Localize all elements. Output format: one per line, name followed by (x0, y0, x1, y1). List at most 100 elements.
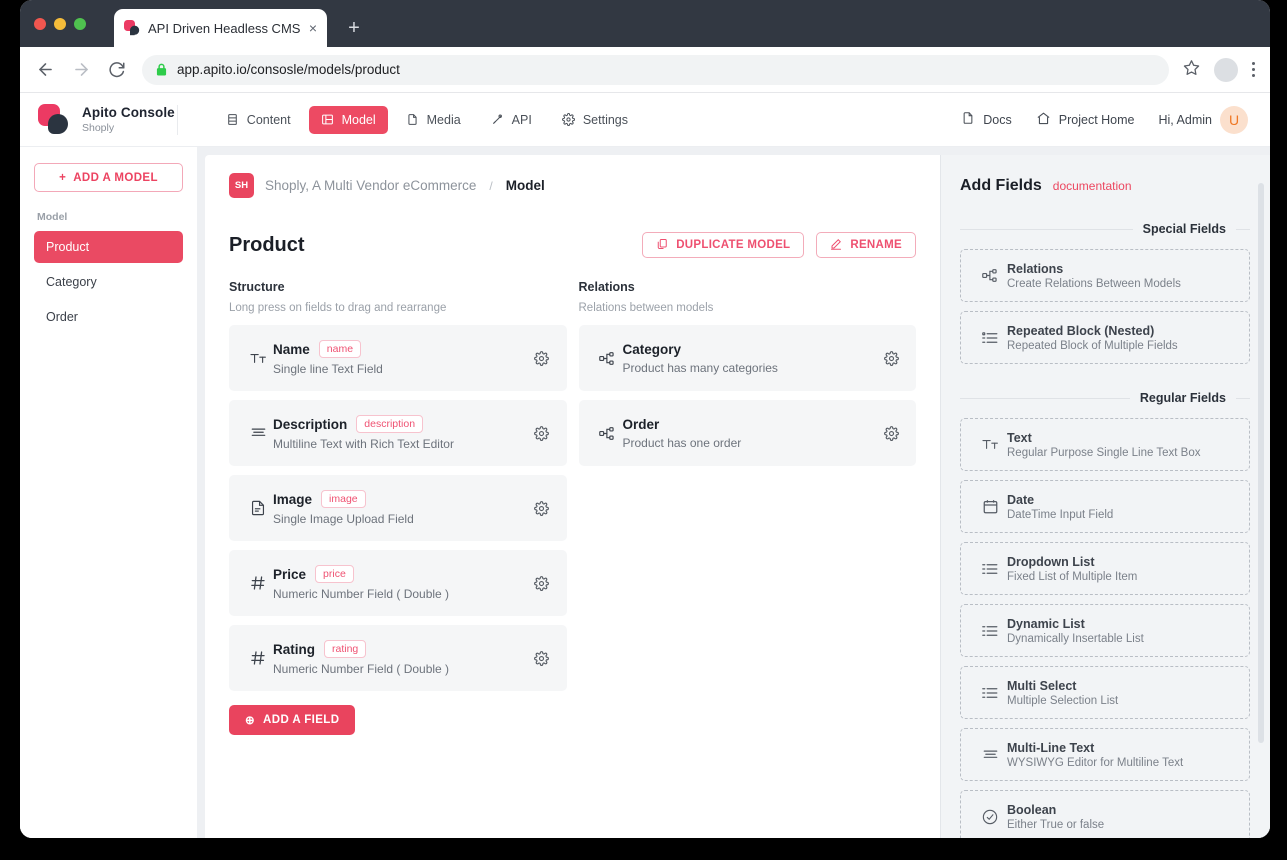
field-option-multi-select[interactable]: Multi Select Multiple Selection List (960, 666, 1250, 719)
maximize-window-button[interactable] (74, 18, 86, 30)
add-a-field-button[interactable]: ⊕ ADD A FIELD (229, 705, 355, 735)
option-title: Multi-Line Text (1007, 741, 1183, 755)
minimize-window-button[interactable] (54, 18, 66, 30)
breadcrumb-project[interactable]: Shoply, A Multi Vendor eCommerce (265, 178, 476, 193)
address-bar[interactable]: app.apito.io/consosle/models/product (142, 55, 1169, 85)
field-settings-gear-icon[interactable] (533, 576, 551, 591)
field-option-repeated-block[interactable]: Repeated Block (Nested) Repeated Block o… (960, 311, 1250, 364)
new-tab-button[interactable]: + (343, 18, 365, 38)
option-title: Multi Select (1007, 679, 1118, 693)
field-body: Name name Single line Text Field (273, 340, 533, 376)
field-key-chip: image (321, 490, 366, 508)
option-body: Date DateTime Input Field (1007, 493, 1113, 521)
divider-line (960, 398, 1130, 399)
duplicate-model-button[interactable]: DUPLICATE MODEL (642, 232, 804, 258)
add-fields-header: Add Fields documentation (960, 177, 1250, 195)
option-description: Dynamically Insertable List (1007, 633, 1144, 645)
browser-profile-avatar[interactable] (1214, 58, 1238, 82)
field-settings-gear-icon[interactable] (533, 426, 551, 441)
relations-subtext: Relations between models (579, 302, 917, 314)
sidebar-item-product[interactable]: Product (34, 231, 183, 263)
regular-fields-divider: Regular Fields (960, 391, 1250, 405)
breadcrumb-current: Model (506, 178, 545, 193)
field-option-relations[interactable]: Relations Create Relations Between Model… (960, 249, 1250, 302)
nav-item-api[interactable]: API (479, 106, 544, 134)
option-title: Dropdown List (1007, 555, 1137, 569)
add-fields-panel: Add Fields documentation Special Fields (940, 155, 1270, 838)
field-row-image[interactable]: Image image Single Image Upload Field (229, 475, 567, 541)
documentation-link[interactable]: documentation (1053, 179, 1132, 193)
nav-item-media[interactable]: Media (394, 106, 473, 134)
relation-row-order[interactable]: Order Product has one order (579, 400, 917, 466)
forward-button[interactable] (70, 59, 92, 81)
relation-row-category[interactable]: Category Product has many categories (579, 325, 917, 391)
panel-scrollbar[interactable] (1258, 183, 1264, 743)
field-title-row: Order (623, 417, 883, 432)
regular-fields-label: Regular Fields (1140, 391, 1226, 405)
field-row-rating[interactable]: Rating rating Numeric Number Field ( Dou… (229, 625, 567, 691)
field-title-row: Price price (273, 565, 533, 583)
nav-item-content[interactable]: Content (214, 106, 303, 134)
relation-name-label: Category (623, 342, 682, 357)
list-icon (973, 331, 1007, 345)
nav-label-content: Content (247, 113, 291, 127)
list-icon (973, 562, 1007, 576)
field-description: Single line Text Field (273, 362, 533, 376)
text-icon (973, 437, 1007, 452)
nav-item-settings[interactable]: Settings (550, 106, 640, 134)
browser-tabstrip: API Driven Headless CMS × + (20, 0, 1270, 47)
app-header: Apito Console Shoply Content Model (20, 93, 1270, 147)
lock-icon (156, 63, 167, 76)
option-description: Regular Purpose Single Line Text Box (1007, 447, 1201, 459)
field-option-boolean[interactable]: Boolean Either True or false (960, 790, 1250, 838)
field-settings-gear-icon[interactable] (533, 351, 551, 366)
field-option-multi-line-text[interactable]: Multi-Line Text WYSIWYG Editor for Multi… (960, 728, 1250, 781)
field-option-date[interactable]: Date DateTime Input Field (960, 480, 1250, 533)
project-home-link[interactable]: Project Home (1036, 111, 1135, 129)
avatar[interactable]: U (1220, 106, 1248, 134)
add-a-model-button[interactable]: + ADD A MODEL (34, 163, 183, 192)
relation-settings-gear-icon[interactable] (882, 426, 900, 441)
field-row-price[interactable]: Price price Numeric Number Field ( Doubl… (229, 550, 567, 616)
browser-window: API Driven Headless CMS × + app.apito.io… (20, 0, 1270, 838)
field-option-text[interactable]: Text Regular Purpose Single Line Text Bo… (960, 418, 1250, 471)
apito-logo-icon (38, 104, 69, 135)
field-description: Multiline Text with Rich Text Editor (273, 437, 533, 451)
field-settings-gear-icon[interactable] (533, 651, 551, 666)
field-option-dynamic-list[interactable]: Dynamic List Dynamically Insertable List (960, 604, 1250, 657)
reload-button[interactable] (106, 59, 128, 81)
field-settings-gear-icon[interactable] (533, 501, 551, 516)
sidebar-item-order[interactable]: Order (34, 301, 183, 333)
rename-button[interactable]: RENAME (816, 232, 916, 258)
field-row-description[interactable]: Description description Multiline Text w… (229, 400, 567, 466)
field-title-row: Description description (273, 415, 533, 433)
nav-item-model[interactable]: Model (309, 106, 388, 134)
field-body: Order Product has one order (623, 417, 883, 450)
close-window-button[interactable] (34, 18, 46, 30)
field-name-label: Image (273, 492, 312, 507)
sidebar-item-category[interactable]: Category (34, 266, 183, 298)
structure-subtext: Long press on fields to drag and rearran… (229, 302, 567, 314)
relation-description: Product has many categories (623, 361, 883, 375)
option-title: Dynamic List (1007, 617, 1144, 631)
field-option-dropdown-list[interactable]: Dropdown List Fixed List of Multiple Ite… (960, 542, 1250, 595)
file-icon (243, 500, 273, 516)
docs-link[interactable]: Docs (961, 111, 1011, 128)
project-home-label: Project Home (1059, 113, 1135, 127)
address-bar-url: app.apito.io/consosle/models/product (177, 62, 400, 77)
back-button[interactable] (34, 59, 56, 81)
relation-icon (973, 268, 1007, 283)
divider-line (1236, 398, 1250, 399)
page-title: Product (229, 234, 305, 257)
relation-settings-gear-icon[interactable] (882, 351, 900, 366)
browser-menu-icon[interactable] (1252, 59, 1256, 80)
field-body: Price price Numeric Number Field ( Doubl… (273, 565, 533, 601)
hash-icon (243, 575, 273, 591)
bookmark-star-icon[interactable] (1183, 59, 1200, 80)
greeting-label: Hi, Admin (1159, 113, 1213, 127)
browser-tab[interactable]: API Driven Headless CMS × (114, 9, 327, 47)
brand[interactable]: Apito Console Shoply (38, 104, 175, 135)
user-menu[interactable]: Hi, Admin U (1159, 106, 1249, 134)
tab-close-icon[interactable]: × (309, 21, 317, 35)
field-row-name[interactable]: Name name Single line Text Field (229, 325, 567, 391)
